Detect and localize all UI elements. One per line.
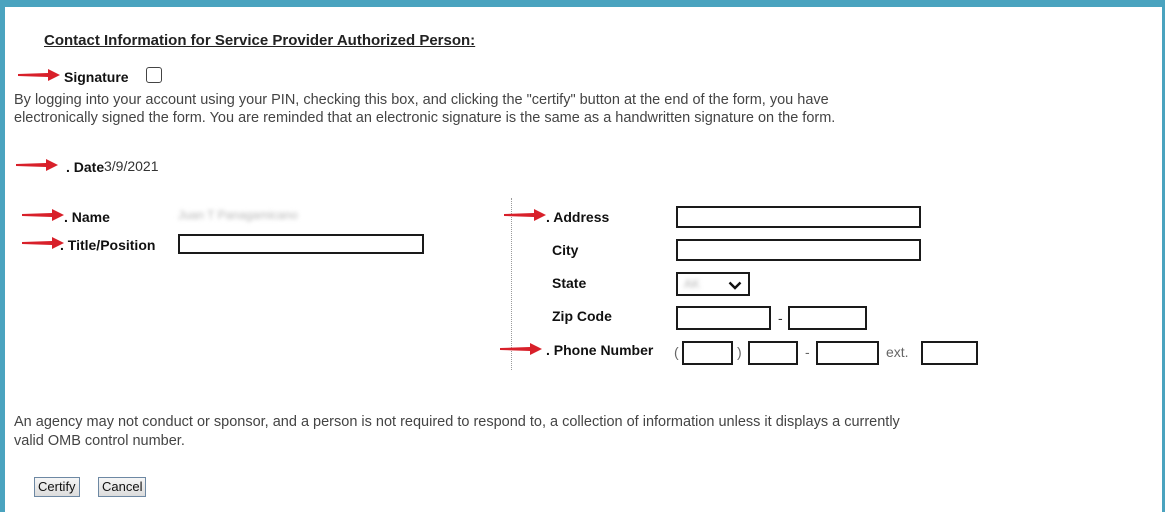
zip-code-label: Zip Code: [552, 308, 612, 324]
phone-open-paren: (: [674, 344, 679, 360]
phone-ext-input[interactable]: [921, 341, 978, 365]
omb-notice-line1: An agency may not conduct or sponsor, an…: [14, 414, 900, 430]
phone-dash: -: [805, 344, 810, 360]
state-select[interactable]: AK: [676, 272, 750, 296]
omb-notice-line2: valid OMB control number.: [14, 433, 185, 449]
zip-dash: -: [778, 310, 783, 326]
zip-extension-input[interactable]: [788, 306, 867, 330]
name-value: Juan T Panagamicano: [178, 208, 298, 222]
chevron-down-icon: [728, 281, 742, 290]
signature-text-line2: electronically signed the form. You are …: [14, 110, 836, 126]
certify-button[interactable]: Certify: [34, 477, 80, 497]
phone-line-input[interactable]: [816, 341, 879, 365]
date-label: . Date: [66, 159, 105, 175]
red-arrow-icon: [22, 208, 64, 222]
signature-text-line1: By logging into your account using your …: [14, 92, 829, 108]
phone-prefix-input[interactable]: [748, 341, 798, 365]
red-arrow-icon: [18, 68, 60, 82]
signature-label: Signature: [64, 69, 129, 85]
red-arrow-icon: [22, 236, 64, 250]
title-position-label: . Title/Position: [60, 237, 156, 253]
date-value: 3/9/2021: [104, 158, 159, 174]
signature-checkbox[interactable]: [146, 67, 162, 83]
city-label: City: [552, 242, 579, 258]
cancel-button[interactable]: Cancel: [98, 477, 147, 497]
phone-close-paren: ): [737, 344, 742, 360]
red-arrow-icon: [16, 158, 58, 172]
phone-area-code-input[interactable]: [682, 341, 733, 365]
state-selected-value: AK: [684, 277, 701, 291]
address-label: . Address: [546, 209, 610, 225]
address-input[interactable]: [676, 206, 921, 228]
city-input[interactable]: [676, 239, 921, 261]
phone-ext-label: ext.: [886, 344, 909, 360]
red-arrow-icon: [504, 208, 546, 222]
zip-code-input[interactable]: [676, 306, 771, 330]
title-position-input[interactable]: [178, 234, 424, 254]
state-label: State: [552, 275, 587, 291]
name-label: . Name: [64, 209, 110, 225]
phone-number-label: . Phone Number: [546, 342, 654, 358]
section-heading: Contact Information for Service Provider…: [44, 32, 476, 49]
red-arrow-icon: [500, 342, 542, 356]
